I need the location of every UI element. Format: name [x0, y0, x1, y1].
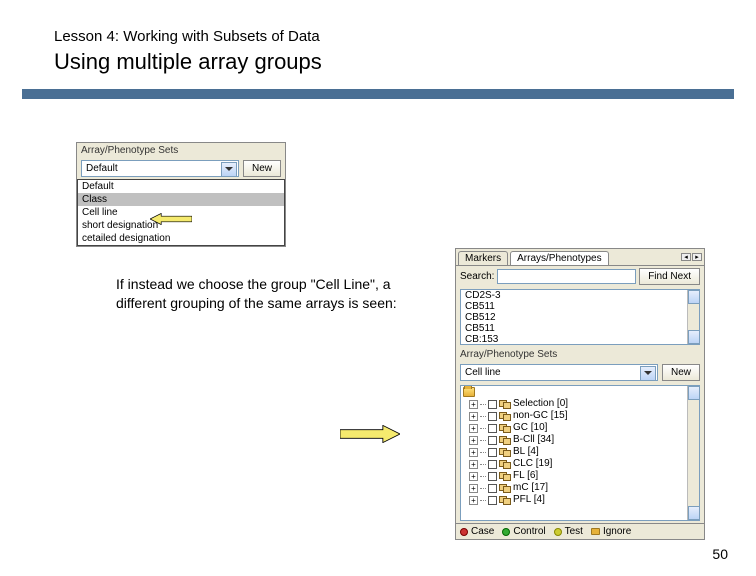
- group-icon: [499, 460, 511, 469]
- arrays-phenotypes-panel: Markers Arrays/Phenotypes ◂ ▸ Search: Fi…: [455, 248, 705, 540]
- dropdown-value: Default: [86, 163, 118, 174]
- tree-label: PFL [4]: [513, 494, 545, 506]
- status-ignore[interactable]: Ignore: [591, 526, 631, 537]
- find-next-button[interactable]: Find Next: [639, 268, 700, 285]
- checkbox[interactable]: [488, 412, 497, 421]
- tree-label: Selection [0]: [513, 398, 568, 410]
- expander-icon[interactable]: +: [469, 448, 478, 457]
- status-control[interactable]: Control: [502, 526, 545, 537]
- group-icon: [499, 412, 511, 421]
- arrays-listbox[interactable]: CD2S-3 CB511 CB512 CB511 CB:153: [460, 289, 700, 345]
- checkbox[interactable]: [488, 436, 497, 445]
- status-test[interactable]: Test: [554, 526, 583, 537]
- body-text: If instead we choose the group "Cell Lin…: [116, 275, 436, 313]
- option-detailed-desig[interactable]: cetailed designation: [78, 232, 284, 245]
- list-item[interactable]: CB511: [461, 323, 699, 334]
- search-label: Search:: [460, 271, 494, 282]
- group-icon: [499, 424, 511, 433]
- list-item[interactable]: CB511: [461, 301, 699, 312]
- tree-row[interactable]: + FL [6]: [461, 470, 699, 482]
- scroll-left-icon[interactable]: ◂: [681, 253, 691, 261]
- tree-label: mC [17]: [513, 482, 548, 494]
- tree-view[interactable]: + Selection [0] + non-GC [15] + GC [10] + B-Cll…: [460, 385, 700, 521]
- status-case[interactable]: Case: [460, 526, 494, 537]
- expander-icon[interactable]: +: [469, 424, 478, 433]
- lesson-label: Lesson 4: Working with Subsets of Data: [54, 28, 756, 45]
- list-item[interactable]: CD2S-3: [461, 290, 699, 301]
- group-icon: [499, 484, 511, 493]
- group-icon: [499, 472, 511, 481]
- tabs: Markers Arrays/Phenotypes ◂ ▸: [456, 249, 704, 266]
- search-input[interactable]: [497, 269, 636, 284]
- yellow-dot-icon: [554, 528, 562, 536]
- tree-row[interactable]: + Selection [0]: [461, 398, 699, 410]
- sets-dropdown-right[interactable]: Cell line: [460, 364, 658, 381]
- tree-label: GC [10]: [513, 422, 547, 434]
- expander-icon[interactable]: +: [469, 484, 478, 493]
- red-dot-icon: [460, 528, 468, 536]
- tree-label: FL [6]: [513, 470, 538, 482]
- arrow-right-icon: [340, 425, 400, 443]
- new-button-right[interactable]: New: [662, 364, 700, 381]
- checkbox[interactable]: [488, 400, 497, 409]
- tree-label: CLC [19]: [513, 458, 552, 470]
- checkbox[interactable]: [488, 472, 497, 481]
- group-icon: [499, 448, 511, 457]
- new-button[interactable]: New: [243, 160, 281, 177]
- tree-row[interactable]: + CLC [19]: [461, 458, 699, 470]
- option-class[interactable]: Class: [78, 193, 284, 206]
- divider-bar: [22, 89, 734, 99]
- tree-row[interactable]: + GC [10]: [461, 422, 699, 434]
- sets-dropdown[interactable]: Default: [81, 160, 239, 177]
- slide-header: Lesson 4: Working with Subsets of Data U…: [0, 0, 756, 75]
- group-icon: [499, 496, 511, 505]
- array-sets-panel-left: Array/Phenotype Sets Default New Default…: [76, 142, 286, 247]
- green-dot-icon: [502, 528, 510, 536]
- tree-row[interactable]: + B-Cll [34]: [461, 434, 699, 446]
- expander-icon[interactable]: +: [469, 460, 478, 469]
- tree-row[interactable]: + BL [4]: [461, 446, 699, 458]
- page-number: 50: [712, 546, 728, 562]
- tab-scroll-controls[interactable]: ◂ ▸: [679, 251, 704, 265]
- folder-open-icon: [463, 387, 475, 397]
- scrollbar[interactable]: [687, 290, 699, 344]
- checkbox[interactable]: [488, 496, 497, 505]
- expander-icon[interactable]: +: [469, 412, 478, 421]
- checkbox[interactable]: [488, 448, 497, 457]
- arrow-left-icon: [150, 213, 192, 225]
- tree-row[interactable]: + mC [17]: [461, 482, 699, 494]
- list-item[interactable]: CB:153: [461, 334, 699, 345]
- group-icon: [499, 436, 511, 445]
- scroll-right-icon[interactable]: ▸: [692, 253, 702, 261]
- group-icon: [499, 400, 511, 409]
- tab-markers[interactable]: Markers: [458, 251, 508, 265]
- expander-icon[interactable]: +: [469, 472, 478, 481]
- expander-icon[interactable]: +: [469, 436, 478, 445]
- option-default[interactable]: Default: [78, 180, 284, 193]
- tree-scrollbar[interactable]: [687, 386, 699, 520]
- panel-title: Array/Phenotype Sets: [77, 143, 285, 158]
- page-title: Using multiple array groups: [54, 49, 756, 75]
- folder-mini-icon: [591, 528, 600, 535]
- tree-label: B-Cll [34]: [513, 434, 554, 446]
- dropdown-value: Cell line: [465, 367, 501, 378]
- checkbox[interactable]: [488, 424, 497, 433]
- tree-row[interactable]: + non-GC [15]: [461, 410, 699, 422]
- status-bar: Case Control Test Ignore: [456, 523, 704, 539]
- tree-label: non-GC [15]: [513, 410, 567, 422]
- expander-icon[interactable]: +: [469, 496, 478, 505]
- tab-arrays-phenotypes[interactable]: Arrays/Phenotypes: [510, 251, 609, 265]
- checkbox[interactable]: [488, 460, 497, 469]
- checkbox[interactable]: [488, 484, 497, 493]
- list-item[interactable]: CB512: [461, 312, 699, 323]
- tree-label: BL [4]: [513, 446, 539, 458]
- expander-icon[interactable]: +: [469, 400, 478, 409]
- sets-title: Array/Phenotype Sets: [456, 347, 704, 362]
- tree-row[interactable]: + PFL [4]: [461, 494, 699, 506]
